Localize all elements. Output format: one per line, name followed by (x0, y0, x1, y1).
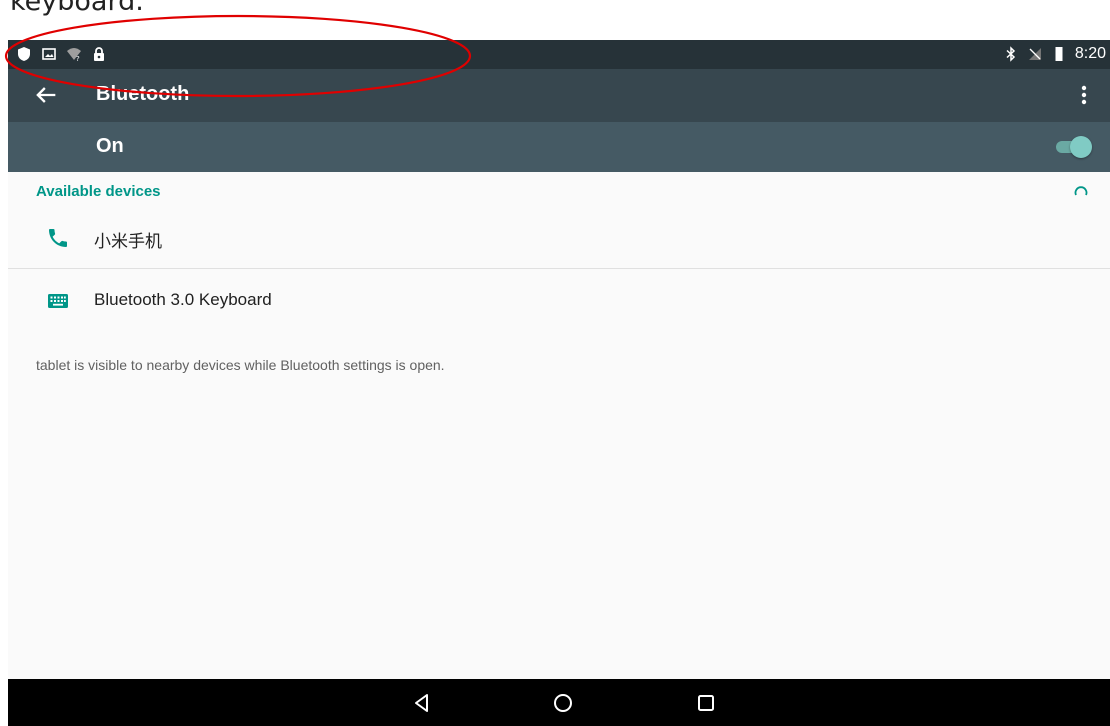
app-bar: Bluetooth (8, 69, 1110, 122)
shield-icon (18, 47, 30, 61)
home-circle-icon[interactable] (550, 690, 576, 716)
toggle-thumb (1070, 136, 1092, 158)
android-screen: ? 8:20 Bluetooth On Available devices 小米… (8, 40, 1110, 726)
visibility-note: tablet is visible to nearby devices whil… (36, 357, 445, 373)
bluetooth-toggle[interactable] (1052, 135, 1092, 159)
bluetooth-switch-bar[interactable]: On (8, 122, 1110, 172)
device-row-xiaomi-phone[interactable]: 小米手机 (8, 206, 1110, 270)
switch-label: On (96, 135, 124, 157)
device-name: Bluetooth 3.0 Keyboard (94, 290, 272, 309)
recents-square-icon[interactable] (693, 690, 719, 716)
page-title: Bluetooth (96, 83, 190, 105)
clock: 8:20 (1074, 45, 1106, 62)
scanning-spinner-icon (1074, 186, 1088, 196)
status-bar: ? 8:20 (8, 40, 1110, 69)
bluetooth-icon (1006, 46, 1015, 62)
more-vert-icon[interactable] (1072, 81, 1096, 109)
caption-text: keyboard. (10, 0, 144, 17)
arrow-back-icon[interactable] (32, 81, 60, 109)
navigation-bar (8, 679, 1110, 726)
no-signal-icon (1028, 48, 1041, 60)
wifi-unknown-icon: ? (67, 48, 81, 62)
available-devices-header: Available devices (36, 183, 161, 200)
device-row-bluetooth-keyboard[interactable]: Bluetooth 3.0 Keyboard (8, 269, 1110, 333)
keyboard-icon (48, 294, 68, 308)
lock-icon (94, 47, 104, 61)
back-triangle-icon[interactable] (409, 690, 435, 716)
battery-icon (1055, 47, 1063, 61)
phone-icon (49, 229, 67, 247)
device-name: 小米手机 (94, 232, 162, 251)
gallery-icon (42, 48, 56, 60)
svg-text:?: ? (76, 55, 80, 62)
